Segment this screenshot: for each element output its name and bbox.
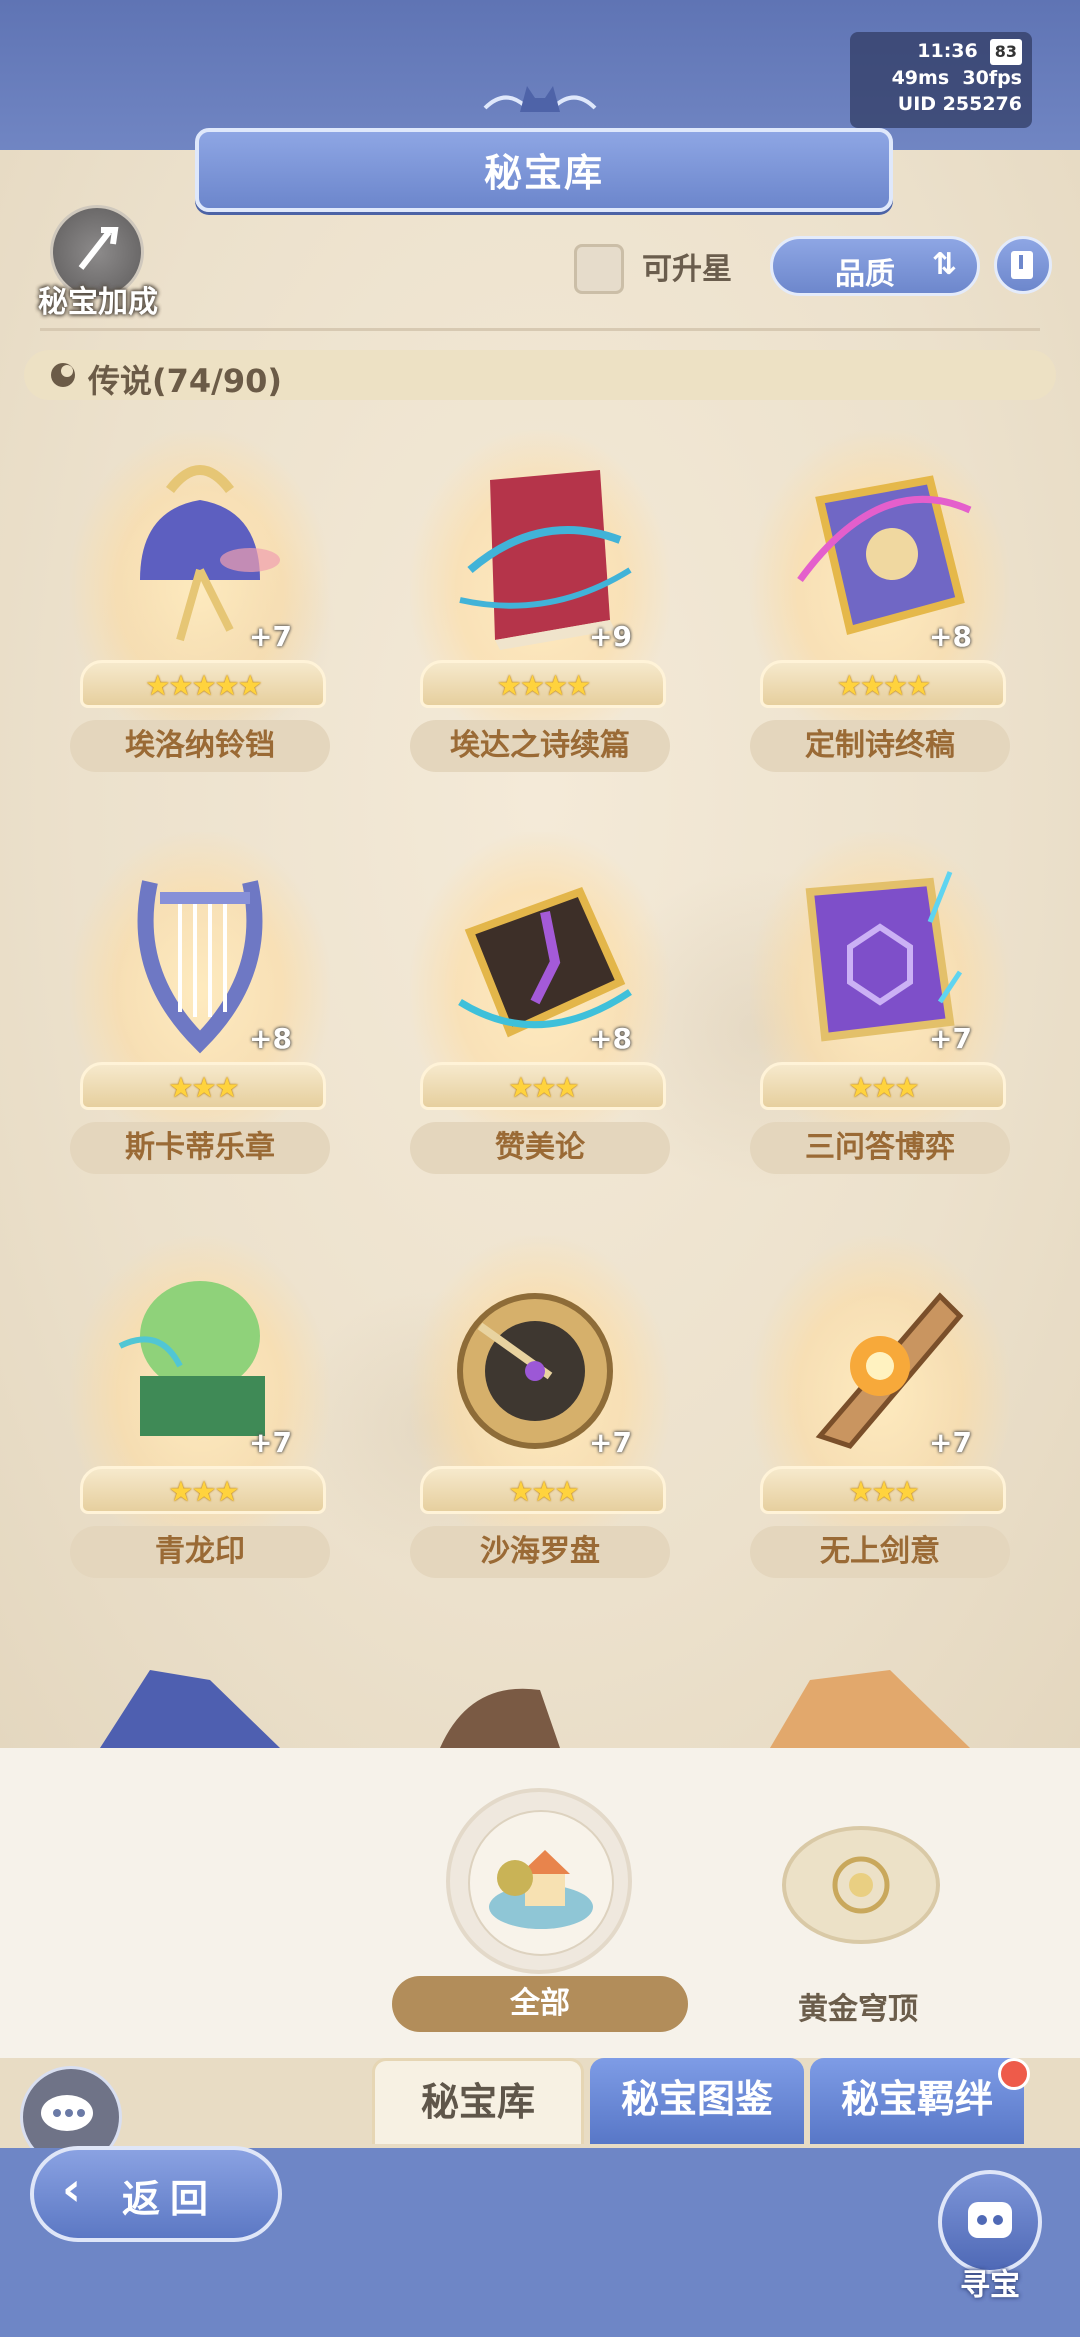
robot-icon xyxy=(968,2202,1012,2238)
star-rating: ★★★★★ xyxy=(145,669,263,702)
clock-text: 11:36 xyxy=(917,40,978,62)
tab-vault[interactable]: 秘宝库 xyxy=(372,2058,584,2144)
star-rating: ★★★ xyxy=(168,1071,239,1104)
item-name: 定制诗终稿 xyxy=(750,720,1010,772)
ping-text: 49ms xyxy=(891,67,950,89)
level-badge: +8 xyxy=(929,620,972,653)
pedestal: ★★★ xyxy=(80,1062,326,1110)
treasure-bonus-button[interactable]: 秘宝加成 xyxy=(28,205,168,320)
item-name: 埃达之诗续篇 xyxy=(410,720,670,772)
golden-dome-filter-icon[interactable] xyxy=(782,1826,940,1944)
divider xyxy=(40,328,1040,331)
treasure-hunt-button[interactable] xyxy=(938,2170,1042,2274)
upgradable-checkbox[interactable] xyxy=(574,244,624,294)
section-title: 传说(74/90) xyxy=(88,362,283,400)
game-screen: 11:36 83 49ms 30fps UID 255276 秘宝库 秘宝加成 可… xyxy=(0,0,1080,2337)
pedestal: ★★★★★ xyxy=(80,660,326,708)
star-rating: ★★★★ xyxy=(836,669,931,702)
item-name: 赞美论 xyxy=(410,1122,670,1174)
sort-label: 品质 xyxy=(835,257,895,292)
item-name: 无上剑意 xyxy=(750,1526,1010,1578)
star-rating: ★★★ xyxy=(508,1475,579,1508)
pedestal: ★★★ xyxy=(420,1466,666,1514)
back-arrow-icon: ‹ xyxy=(62,2162,81,2216)
book-icon xyxy=(1011,251,1033,279)
pedestal: ★★★ xyxy=(760,1062,1006,1110)
back-label: 返回 xyxy=(122,2177,219,2221)
level-badge: +7 xyxy=(249,620,292,653)
star-rating: ★★★ xyxy=(848,1475,919,1508)
page-title: 秘宝库 xyxy=(483,151,604,195)
treasure-card[interactable]: +7 ★★★★★ 埃洛纳铃铛 xyxy=(70,430,330,800)
title-banner: 秘宝库 xyxy=(195,128,893,212)
level-badge: +7 xyxy=(929,1022,972,1055)
tab-codex[interactable]: 秘宝图鉴 xyxy=(590,2058,804,2144)
tab-bond[interactable]: 秘宝羁绊 xyxy=(810,2058,1024,2144)
star-rating: ★★★ xyxy=(848,1071,919,1104)
item-name: 沙海罗盘 xyxy=(410,1526,670,1578)
item-name: 埃洛纳铃铛 xyxy=(70,720,330,772)
pedestal: ★★★★ xyxy=(420,660,666,708)
partial-row-artwork xyxy=(100,1670,970,1748)
legend-rank-icon xyxy=(51,363,75,387)
back-button[interactable]: ‹ 返回 xyxy=(30,2146,282,2242)
level-badge: +7 xyxy=(249,1426,292,1459)
item-name: 三问答博弈 xyxy=(750,1122,1010,1174)
treasure-card[interactable]: +7 ★★★ 青龙印 xyxy=(70,1236,330,1606)
treasure-card[interactable]: +8 ★★★ 赞美论 xyxy=(410,832,670,1202)
battery-badge: 83 xyxy=(989,39,1022,65)
level-badge: +8 xyxy=(249,1022,292,1055)
treasure-card[interactable]: +8 ★★★ 斯卡蒂乐章 xyxy=(70,832,330,1202)
treasure-card[interactable]: +9 ★★★★ 埃达之诗续篇 xyxy=(410,430,670,800)
level-badge: +7 xyxy=(589,1426,632,1459)
golden-dome-label[interactable]: 黄金穹顶 xyxy=(740,1984,976,2028)
uid-text: UID 255276 xyxy=(897,93,1022,115)
notification-dot xyxy=(998,2058,1030,2090)
level-badge: +8 xyxy=(589,1022,632,1055)
sort-quality-button[interactable]: 品质 ⇅ xyxy=(770,236,980,296)
item-name: 青龙印 xyxy=(70,1526,330,1578)
treasure-card[interactable]: +7 ★★★ 无上剑意 xyxy=(750,1236,1010,1606)
info-book-button[interactable] xyxy=(994,236,1052,294)
star-rating: ★★★ xyxy=(508,1071,579,1104)
bonus-label: 秘宝加成 xyxy=(38,285,158,320)
treasure-card[interactable]: +7 ★★★ 沙海罗盘 xyxy=(410,1236,670,1606)
item-name: 斯卡蒂乐章 xyxy=(70,1122,330,1174)
level-badge: +9 xyxy=(589,620,632,653)
upgradable-label: 可升星 xyxy=(642,252,732,287)
cat-ornament-icon xyxy=(483,86,597,112)
pedestal: ★★★ xyxy=(80,1466,326,1514)
filter-all-label[interactable]: 全部 xyxy=(392,1976,688,2032)
status-overlay: 11:36 83 49ms 30fps UID 255276 xyxy=(850,32,1032,128)
fps-text: 30fps xyxy=(962,67,1022,89)
house-icon xyxy=(468,1810,614,1956)
sort-toggle-icon: ⇅ xyxy=(931,247,957,282)
level-badge: +7 xyxy=(929,1426,972,1459)
star-rating: ★★★ xyxy=(168,1475,239,1508)
star-rating: ★★★★ xyxy=(496,669,591,702)
treasure-card[interactable]: +8 ★★★★ 定制诗终稿 xyxy=(750,430,1010,800)
treasure-hunt-label: 寻宝 xyxy=(960,2268,1020,2303)
pedestal: ★★★ xyxy=(760,1466,1006,1514)
pedestal: ★★★ xyxy=(420,1062,666,1110)
treasure-card[interactable]: +7 ★★★ 三问答博弈 xyxy=(750,832,1010,1202)
legend-section-header: 传说(74/90) xyxy=(24,350,1056,400)
pedestal: ★★★★ xyxy=(760,660,1006,708)
filter-all-button[interactable] xyxy=(446,1788,632,1974)
